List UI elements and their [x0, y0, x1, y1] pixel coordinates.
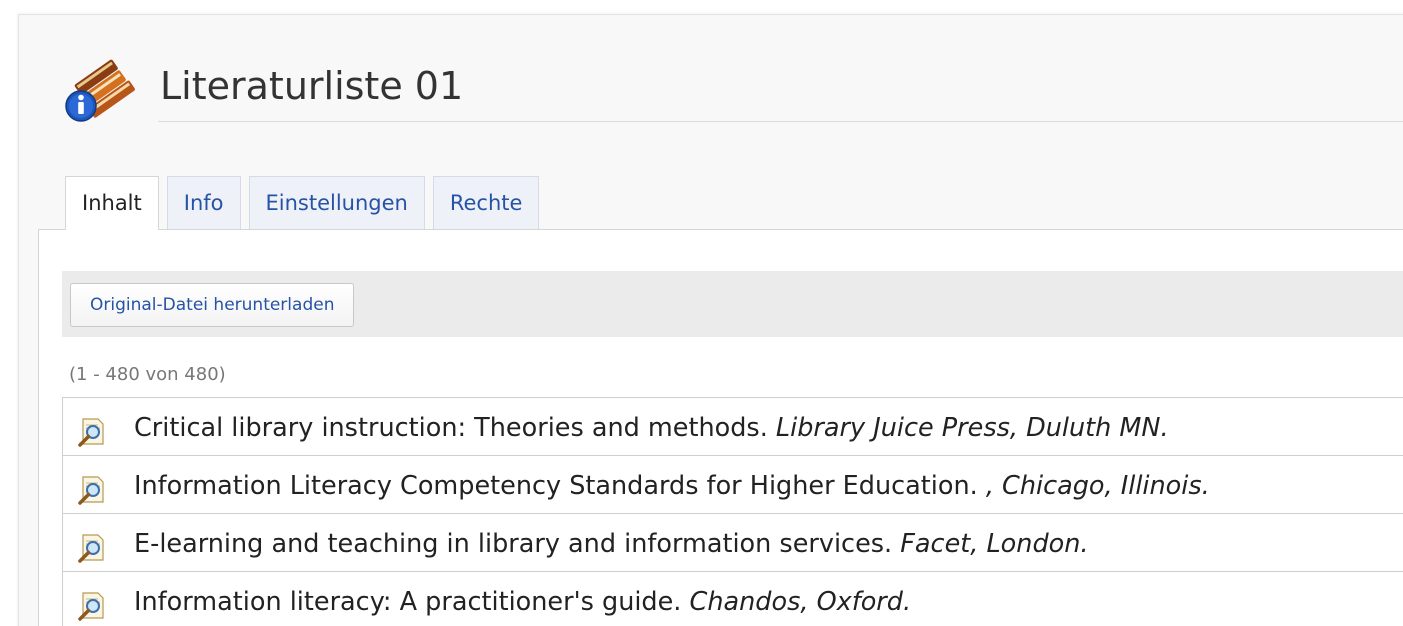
page: Literaturliste 01 Inhalt Info Einstellun… [0, 0, 1403, 626]
item-title: E-learning and teaching in library and i… [134, 529, 893, 559]
tab-rechte[interactable]: Rechte [432, 176, 540, 229]
item-publisher: Library Juice Press, Duluth MN. [775, 413, 1169, 443]
item-publisher: , Chicago, Illinois. [985, 471, 1210, 501]
list-item[interactable]: E-learning and teaching in library and i… [63, 514, 1403, 572]
title-divider [158, 121, 1403, 122]
tab-info[interactable]: Info [166, 176, 241, 229]
item-publisher: Chandos, Oxford. [689, 587, 912, 617]
list-item[interactable]: Information literacy: A practitioner's g… [63, 572, 1403, 626]
tab-bar: Inhalt Info Einstellungen Rechte [65, 176, 547, 230]
item-title: Information literacy: A practitioner's g… [134, 587, 682, 617]
download-original-button[interactable]: Original-Datei herunterladen [70, 283, 355, 327]
list-item-text: Information Literacy Competency Standard… [134, 470, 1210, 502]
item-title: Critical library instruction: Theories a… [134, 413, 768, 443]
magnifier-document-icon[interactable] [76, 475, 106, 505]
tab-inhalt[interactable]: Inhalt [65, 176, 159, 230]
list-item[interactable]: Critical library instruction: Theories a… [63, 398, 1403, 456]
list-item-text: Critical library instruction: Theories a… [134, 412, 1169, 444]
list-item-text: Information literacy: A practitioner's g… [134, 586, 911, 618]
result-count: (1 - 480 von 480) [69, 364, 226, 385]
tab-einstellungen[interactable]: Einstellungen [248, 176, 425, 229]
item-publisher: Facet, London. [900, 529, 1089, 559]
item-title: Information Literacy Competency Standard… [134, 471, 978, 501]
books-info-icon [65, 59, 135, 122]
literature-list: Critical library instruction: Theories a… [62, 397, 1403, 626]
magnifier-document-icon[interactable] [76, 533, 106, 563]
page-title: Literaturliste 01 [160, 64, 464, 108]
list-item-text: E-learning and teaching in library and i… [134, 528, 1089, 560]
magnifier-document-icon[interactable] [76, 417, 106, 447]
magnifier-document-icon[interactable] [76, 591, 106, 621]
list-item[interactable]: Information Literacy Competency Standard… [63, 456, 1403, 514]
